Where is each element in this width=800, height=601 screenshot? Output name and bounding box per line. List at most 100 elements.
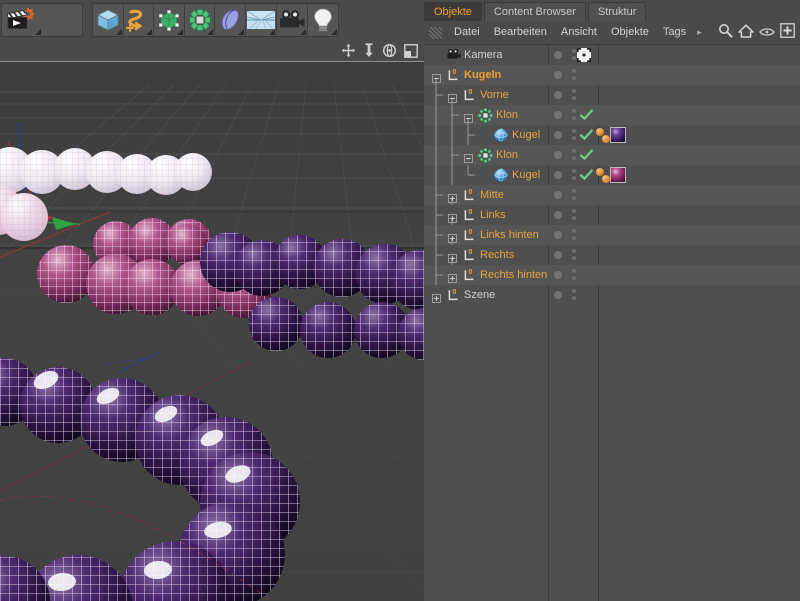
editor-visibility-dot[interactable] (572, 69, 576, 73)
render-visibility-dot[interactable] (572, 216, 576, 220)
visibility-dot[interactable] (554, 251, 562, 259)
menu-ansicht[interactable]: Ansicht (554, 21, 604, 44)
modeling-button[interactable] (185, 4, 216, 36)
editor-visibility-dot[interactable] (572, 89, 576, 93)
nurbs-button[interactable] (154, 4, 185, 36)
render-visibility-dot[interactable] (572, 176, 576, 180)
eye-icon[interactable] (759, 24, 775, 42)
visibility-dot[interactable] (554, 171, 562, 179)
spline-button[interactable] (124, 4, 155, 36)
object-row-szene[interactable]: 0 Szene (424, 285, 800, 305)
expander-toggle[interactable] (448, 230, 457, 243)
expander-toggle[interactable] (448, 250, 457, 263)
render-visibility-dot[interactable] (572, 256, 576, 260)
render-visibility-dot[interactable] (572, 156, 576, 160)
enabled-check-icon[interactable] (579, 109, 593, 123)
editor-visibility-dot[interactable] (572, 109, 576, 113)
render-visibility-dot[interactable] (572, 276, 576, 280)
editor-visibility-dot[interactable] (572, 249, 576, 253)
visibility-dot[interactable] (554, 191, 562, 199)
editor-visibility-dot[interactable] (572, 49, 576, 53)
viewport-perspective[interactable] (0, 61, 424, 601)
expander-toggle[interactable] (448, 90, 457, 103)
tab-objekte[interactable]: Objekte (424, 2, 482, 21)
render-visibility-dot[interactable] (572, 236, 576, 240)
visibility-dot[interactable] (554, 91, 562, 99)
home-icon[interactable] (738, 23, 754, 43)
object-row-kamera[interactable]: Kamera (424, 45, 800, 65)
object-row-vorne[interactable]: 0 Vorne (424, 85, 800, 105)
expander-toggle[interactable] (448, 190, 457, 203)
visibility-dot[interactable] (554, 291, 562, 299)
render-visibility-dot[interactable] (572, 136, 576, 140)
mograph-tag-icon[interactable] (602, 175, 610, 183)
object-row-mitte[interactable]: 0 Mitte (424, 185, 800, 205)
camera-button[interactable] (277, 4, 308, 36)
object-row-links[interactable]: 0 Links (424, 205, 800, 225)
panel-grip-handle[interactable] (429, 26, 442, 39)
editor-visibility-dot[interactable] (572, 229, 576, 233)
menu-tags[interactable]: Tags (656, 21, 693, 44)
object-row-klon[interactable]: Klon (424, 145, 800, 165)
material-tag-purple[interactable] (610, 127, 626, 143)
editor-visibility-dot[interactable] (572, 289, 576, 293)
render-visibility-dot[interactable] (572, 96, 576, 100)
editor-visibility-dot[interactable] (572, 269, 576, 273)
tab-content-browser[interactable]: Content Browser (483, 2, 586, 21)
render-visibility-dot[interactable] (572, 116, 576, 120)
enabled-check-icon[interactable] (579, 129, 593, 143)
visibility-dot[interactable] (554, 131, 562, 139)
deformer-button[interactable] (215, 4, 247, 36)
search-icon[interactable] (718, 23, 733, 43)
editor-visibility-dot[interactable] (572, 149, 576, 153)
editor-visibility-dot[interactable] (572, 169, 576, 173)
render-visibility-dot[interactable] (572, 56, 576, 60)
environment-button[interactable] (246, 4, 278, 36)
menu-objekte[interactable]: Objekte (604, 21, 656, 44)
object-row-kugel[interactable]: Kugel (424, 125, 800, 145)
editor-visibility-dot[interactable] (572, 189, 576, 193)
enabled-check-icon[interactable] (579, 149, 593, 163)
expander-toggle[interactable] (432, 290, 441, 303)
expander-toggle[interactable] (464, 150, 473, 163)
render-button[interactable] (2, 4, 42, 36)
dolly-icon[interactable] (363, 43, 375, 63)
menu-overflow-arrow[interactable]: ▸ (693, 21, 706, 44)
mograph-tag-icon[interactable] (602, 135, 610, 143)
visibility-dot[interactable] (554, 71, 562, 79)
object-row-links-hinten[interactable]: 0 Links hinten (424, 225, 800, 245)
expander-toggle[interactable] (432, 70, 441, 83)
menu-bearbeiten[interactable]: Bearbeiten (487, 21, 554, 44)
visibility-dot[interactable] (554, 211, 562, 219)
object-row-rechts[interactable]: 0 Rechts (424, 245, 800, 265)
render-visibility-dot[interactable] (572, 296, 576, 300)
visibility-dot[interactable] (554, 271, 562, 279)
light-button[interactable] (308, 4, 338, 36)
object-tree-body[interactable]: Kamera 0 Kugeln 0 Vorne Klon Kugel Klon … (424, 44, 800, 601)
visibility-dot[interactable] (554, 231, 562, 239)
visibility-dot[interactable] (554, 51, 562, 59)
render-visibility-dot[interactable] (572, 196, 576, 200)
editor-visibility-dot[interactable] (572, 209, 576, 213)
object-row-kugel[interactable]: Kugel (424, 165, 800, 185)
object-row-kugeln[interactable]: 0 Kugeln (424, 65, 800, 85)
tab-struktur[interactable]: Struktur (587, 2, 647, 21)
viewport-header (0, 40, 424, 61)
menu-datei[interactable]: Datei (447, 21, 487, 44)
maximize-icon[interactable] (404, 43, 418, 63)
plus-box-icon[interactable] (780, 23, 795, 43)
cube-button[interactable] (93, 4, 124, 36)
render-visibility-dot[interactable] (572, 76, 576, 80)
editor-visibility-dot[interactable] (572, 129, 576, 133)
visibility-dot[interactable] (554, 151, 562, 159)
object-row-rechts-hinten[interactable]: 0 Rechts hinten (424, 265, 800, 285)
expander-toggle[interactable] (448, 210, 457, 223)
material-tag-magenta[interactable] (610, 167, 626, 183)
expander-toggle[interactable] (448, 270, 457, 283)
expander-toggle[interactable] (464, 110, 473, 123)
object-row-klon[interactable]: Klon (424, 105, 800, 125)
rotate-icon[interactable] (382, 43, 397, 63)
enabled-check-icon[interactable] (579, 169, 593, 183)
visibility-dot[interactable] (554, 111, 562, 119)
pan-icon[interactable] (341, 43, 356, 63)
